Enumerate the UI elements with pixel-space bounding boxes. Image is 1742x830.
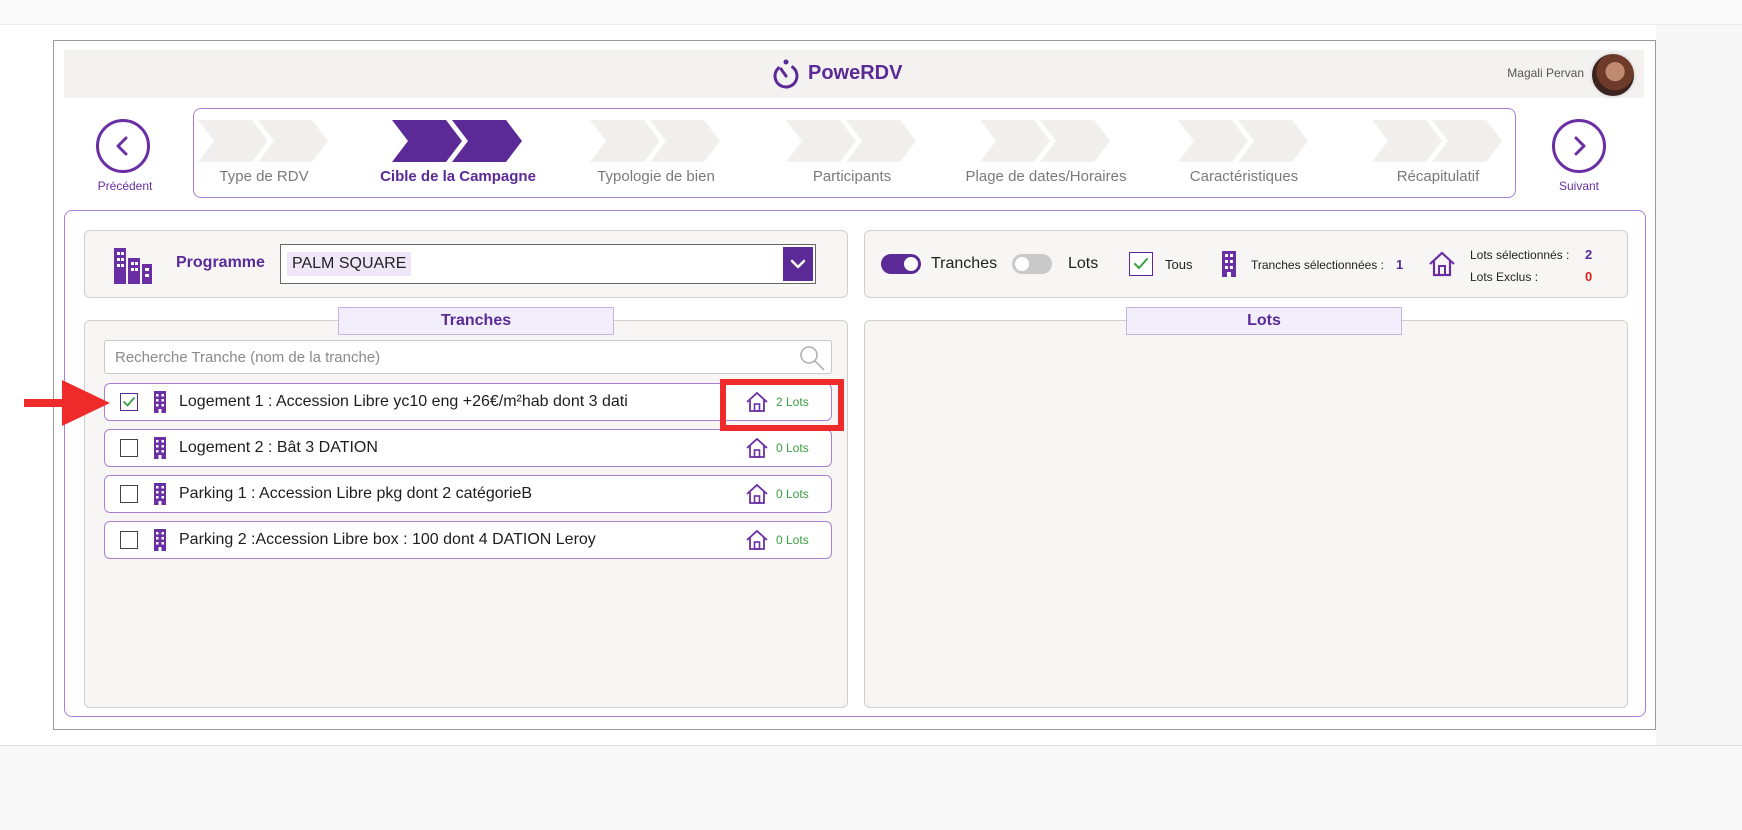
tranches-selected-label: Tranches sélectionnées : [1251, 258, 1384, 272]
tranche-checkbox[interactable] [120, 531, 138, 549]
tranche-row[interactable]: Parking 2 :Accession Libre box : 100 don… [104, 521, 832, 559]
next-label[interactable]: Suivant [1534, 179, 1624, 193]
buildings-icon [114, 248, 152, 284]
wizard-step-1[interactable]: Type de RDV [179, 120, 349, 185]
tranches-toggle[interactable] [881, 254, 921, 274]
wizard-step-label: Participants [812, 168, 892, 185]
chevron-down-icon [790, 259, 806, 269]
wizard-step-4[interactable]: Participants [767, 120, 937, 185]
search-input[interactable] [105, 341, 785, 373]
tranche-name: Logement 1 : Accession Libre yc10 eng +2… [179, 393, 628, 410]
check-icon [1134, 258, 1148, 269]
tranches-selected-count: 1 [1396, 257, 1404, 272]
user-name: Magali Pervan [1507, 66, 1584, 80]
tous-label: Tous [1165, 257, 1193, 272]
wizard-step-3[interactable]: Typologie de bien [571, 120, 741, 185]
tous-checkbox[interactable] [1129, 252, 1153, 276]
page-footer-area [0, 745, 1742, 830]
search-box [104, 340, 832, 374]
step-chevrons-icon [392, 120, 522, 162]
chevron-left-icon [116, 136, 128, 156]
tranches-toggle-label: Tranches [931, 255, 998, 272]
tranche-checkbox[interactable] [120, 439, 138, 457]
next-button[interactable] [1552, 119, 1606, 173]
wizard-step-5[interactable]: Plage de dates/Horaires [961, 120, 1131, 185]
tranche-checkbox[interactable] [120, 485, 138, 503]
lots-panel [864, 320, 1628, 708]
highlight-box [720, 379, 844, 431]
lots-toggle-label: Lots [1068, 255, 1099, 272]
check-icon [123, 397, 135, 407]
app-title: PoweRDV [808, 62, 903, 84]
building-icon [154, 391, 166, 413]
program-select[interactable]: PALM SQUARE [280, 244, 816, 284]
house-icon[interactable] [745, 437, 769, 459]
chevron-right-icon [1574, 136, 1586, 156]
wizard-step-label: Cible de la Campagne [380, 168, 536, 185]
building-icon [154, 529, 166, 551]
wizard-step-label: Caractéristiques [1189, 168, 1299, 185]
previous-label[interactable]: Précédent [80, 179, 170, 193]
search-icon[interactable] [797, 343, 827, 373]
building-icon [154, 483, 166, 505]
house-icon[interactable] [745, 483, 769, 505]
building-icon [154, 437, 166, 459]
wizard-step-label: Plage de dates/Horaires [965, 168, 1127, 185]
tranche-name: Parking 2 :Accession Libre box : 100 don… [179, 531, 596, 548]
tranches-header: Tranches [338, 307, 614, 335]
wizard-step-label: Typologie de bien [597, 168, 715, 185]
tranche-row[interactable]: Parking 1 : Accession Libre pkg dont 2 c… [104, 475, 832, 513]
wizard-step-7[interactable]: Récapitulatif [1353, 120, 1523, 185]
step-chevrons-icon [198, 120, 328, 162]
lots-excluded-count: 0 [1585, 269, 1593, 284]
building-icon [1222, 251, 1236, 277]
step-chevrons-icon [980, 120, 1110, 162]
program-label: Programme [176, 254, 265, 271]
lots-selected-count: 2 [1585, 247, 1593, 262]
tranche-lots-count[interactable]: 0 Lots [776, 487, 809, 501]
step-chevrons-icon [786, 120, 916, 162]
logo-icon [773, 59, 799, 89]
house-icon[interactable] [745, 529, 769, 551]
tranche-name: Parking 1 : Accession Libre pkg dont 2 c… [179, 485, 533, 502]
tranche-name: Logement 2 : Bât 3 DATION [179, 439, 378, 456]
tranche-row[interactable]: Logement 2 : Bât 3 DATION 0 Lots [104, 429, 832, 467]
program-value: PALM SQUARE [287, 252, 412, 276]
house-icon [1429, 251, 1455, 277]
wizard-step-label: Type de RDV [219, 168, 309, 185]
lots-toggle[interactable] [1012, 254, 1052, 274]
lots-header: Lots [1126, 307, 1402, 335]
tranche-checkbox[interactable] [120, 393, 138, 411]
lots-excluded-label: Lots Exclus : [1470, 270, 1539, 284]
tranche-lots-count[interactable]: 0 Lots [776, 441, 809, 455]
avatar[interactable] [1590, 52, 1636, 98]
previous-button[interactable] [96, 119, 150, 173]
wizard-step-2[interactable]: Cible de la Campagne [373, 120, 543, 185]
wizard-step-6[interactable]: Caractéristiques [1159, 120, 1329, 185]
page-top-bar [0, 0, 1742, 25]
tranche-lots-count[interactable]: 0 Lots [776, 533, 809, 547]
lots-selected-label: Lots sélectionnés : [1470, 248, 1570, 262]
wizard-step-label: Récapitulatif [1396, 168, 1480, 185]
step-chevrons-icon [1178, 120, 1308, 162]
step-chevrons-icon [590, 120, 720, 162]
step-chevrons-icon [1372, 120, 1502, 162]
arrow-icon [24, 380, 110, 426]
program-dropdown-button[interactable] [783, 247, 813, 281]
